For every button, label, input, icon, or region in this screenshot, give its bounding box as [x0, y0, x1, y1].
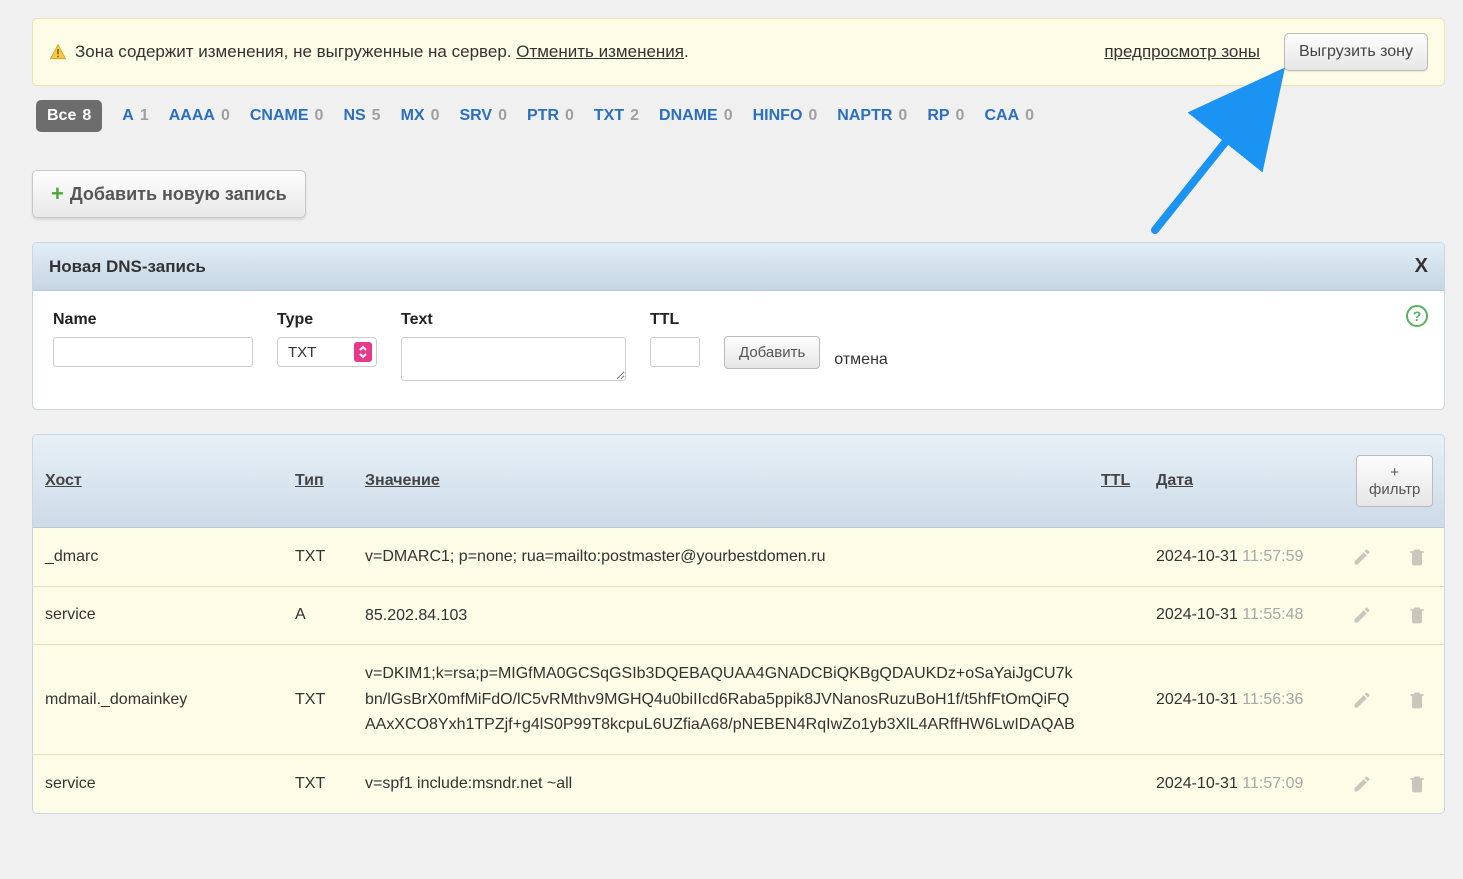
table-row: _dmarcTXTv=DMARC1; p=none; rua=mailto:po… — [33, 528, 1444, 587]
type-select[interactable]: TXT — [277, 337, 377, 367]
col-type[interactable]: Тип — [283, 458, 353, 504]
cell-host: service — [33, 590, 283, 640]
cell-host: service — [33, 759, 283, 809]
tab-ptr[interactable]: PTR0 — [527, 107, 574, 125]
warning-icon — [49, 43, 67, 61]
table-row: serviceTXTv=spf1 include:msndr.net ~all 2… — [33, 755, 1444, 813]
name-label: Name — [53, 311, 253, 329]
notice-text: Зона содержит изменения, не выгруженные … — [75, 42, 689, 62]
tab-a[interactable]: A1 — [122, 107, 148, 125]
notice-bar: Зона содержит изменения, не выгруженные … — [32, 18, 1445, 86]
new-record-panel: Новая DNS-запись X Name Type TXT Text — [32, 242, 1445, 410]
col-value[interactable]: Значение — [353, 458, 1089, 504]
records-table: Хост Тип Значение TTL Дата + фильтр _dma… — [32, 434, 1445, 814]
tab-caa[interactable]: CAA0 — [984, 107, 1034, 125]
close-icon[interactable]: X — [1415, 255, 1428, 278]
preview-zone-link[interactable]: предпросмотр зоны — [1104, 42, 1260, 62]
name-input[interactable] — [53, 337, 253, 367]
new-record-title: Новая DNS-запись — [49, 257, 206, 277]
cell-ttl — [1089, 768, 1144, 800]
edit-icon[interactable] — [1334, 531, 1389, 583]
ttl-label: TTL — [650, 311, 700, 329]
tab-srv[interactable]: SRV0 — [459, 107, 507, 125]
tab-all[interactable]: Все 8 — [36, 100, 102, 132]
tab-ns[interactable]: NS5 — [343, 107, 380, 125]
upload-zone-button[interactable]: Выгрузить зону — [1284, 33, 1428, 71]
cancel-link[interactable]: отмена — [834, 351, 888, 369]
cell-type: TXT — [283, 759, 353, 809]
tab-naptr[interactable]: NAPTR0 — [837, 107, 907, 125]
cell-host: mdmail._domainkey — [33, 675, 283, 725]
tab-txt[interactable]: TXT2 — [594, 107, 639, 125]
cell-ttl — [1089, 541, 1144, 573]
edit-icon[interactable] — [1334, 674, 1389, 726]
undo-changes-link[interactable]: Отменить изменения — [516, 42, 684, 61]
cell-date: 2024-10-31 11:57:09 — [1144, 759, 1334, 809]
tab-cname[interactable]: CNAME0 — [250, 107, 324, 125]
edit-icon[interactable] — [1334, 758, 1389, 810]
trash-icon[interactable] — [1389, 758, 1444, 810]
col-host[interactable]: Хост — [33, 458, 283, 504]
cell-value: v=DMARC1; p=none; rua=mailto:postmaster@… — [353, 528, 1089, 586]
trash-icon[interactable] — [1389, 589, 1444, 641]
tab-rp[interactable]: RP0 — [927, 107, 964, 125]
cell-date: 2024-10-31 11:56:36 — [1144, 675, 1334, 725]
type-label: Type — [277, 311, 377, 329]
record-type-tabs: Все 8 A1 AAAA0 CNAME0 NS5 MX0 SRV0 PTR0 … — [32, 98, 1445, 150]
text-input[interactable] — [401, 337, 626, 381]
cell-date: 2024-10-31 11:55:48 — [1144, 590, 1334, 640]
trash-icon[interactable] — [1389, 674, 1444, 726]
cell-value: v=spf1 include:msndr.net ~all — [353, 755, 1089, 813]
cell-type: A — [283, 590, 353, 640]
tab-hinfo[interactable]: HINFO0 — [753, 107, 818, 125]
table-row: serviceA85.202.84.103 2024-10-31 11:55:48 — [33, 587, 1444, 646]
add-filter-button[interactable]: + фильтр — [1356, 455, 1433, 507]
cell-type: TXT — [283, 532, 353, 582]
trash-icon[interactable] — [1389, 531, 1444, 583]
cell-value: v=DKIM1;k=rsa;p=MIGfMA0GCSqGSIb3DQEBAQUA… — [353, 645, 1089, 754]
tab-mx[interactable]: MX0 — [401, 107, 440, 125]
edit-icon[interactable] — [1334, 589, 1389, 641]
tab-dname[interactable]: DNAME0 — [659, 107, 733, 125]
text-label: Text — [401, 311, 626, 329]
col-date[interactable]: Дата — [1144, 458, 1334, 504]
tab-aaaa[interactable]: AAAA0 — [169, 107, 230, 125]
cell-host: _dmarc — [33, 532, 283, 582]
plus-icon: + — [51, 183, 64, 205]
cell-ttl — [1089, 599, 1144, 631]
add-new-record-button[interactable]: + Добавить новую запись — [32, 170, 306, 218]
submit-record-button[interactable]: Добавить — [724, 336, 820, 369]
help-icon[interactable]: ? — [1406, 305, 1428, 327]
cell-type: TXT — [283, 675, 353, 725]
table-row: mdmail._domainkeyTXTv=DKIM1;k=rsa;p=MIGf… — [33, 645, 1444, 755]
cell-value: 85.202.84.103 — [353, 587, 1089, 645]
ttl-input[interactable] — [650, 337, 700, 367]
chevron-updown-icon — [354, 342, 372, 362]
cell-ttl — [1089, 684, 1144, 716]
col-ttl[interactable]: TTL — [1089, 458, 1144, 504]
cell-date: 2024-10-31 11:57:59 — [1144, 532, 1334, 582]
